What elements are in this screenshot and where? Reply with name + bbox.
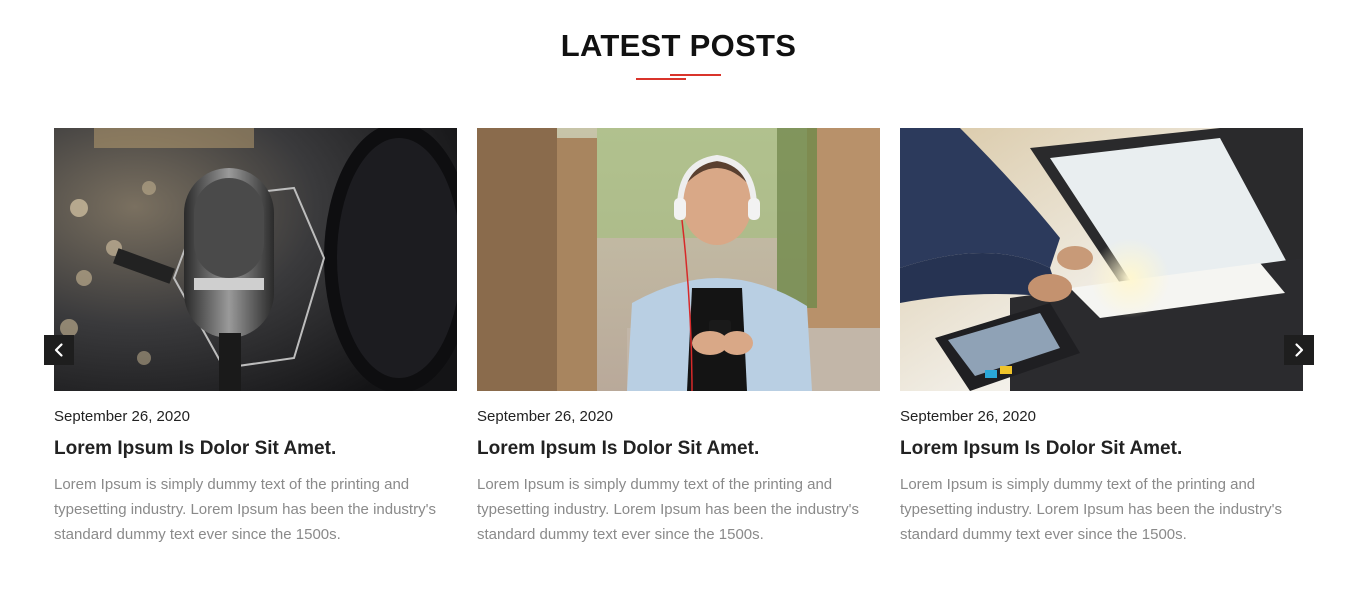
post-thumbnail-photocopier[interactable] [900,128,1303,391]
post-excerpt: Lorem Ipsum is simply dummy text of the … [477,476,859,543]
carousel-next-button[interactable] [1284,335,1314,365]
chevron-right-icon [1295,343,1304,357]
carousel-prev-button[interactable] [44,335,74,365]
post-excerpt: Lorem Ipsum is simply dummy text of the … [54,476,436,543]
post-card[interactable]: September 26, 2020 Lorem Ipsum Is Dolor … [477,128,880,543]
post-date: September 26, 2020 [54,408,190,425]
post-title-link[interactable]: Lorem Ipsum Is Dolor Sit Amet. [900,437,1182,461]
studio-microphone-photo [54,128,457,391]
post-excerpt: Lorem Ipsum is simply dummy text of the … [900,476,1282,543]
post-card[interactable]: September 26, 2020 Lorem Ipsum Is Dolor … [54,128,457,543]
office-photocopier-photo [900,128,1303,391]
post-thumbnail-microphone[interactable] [54,128,457,391]
post-title-link[interactable]: Lorem Ipsum Is Dolor Sit Amet. [54,437,336,461]
man-with-headphones-photo [477,128,880,391]
post-card[interactable]: September 26, 2020 Lorem Ipsum Is Dolor … [900,128,1303,543]
chevron-left-icon [54,343,63,357]
post-thumbnail-headphones[interactable] [477,128,880,391]
latest-posts-carousel: September 26, 2020 Lorem Ipsum Is Dolor … [0,0,1352,597]
post-date: September 26, 2020 [477,408,613,425]
post-date: September 26, 2020 [900,408,1036,425]
post-title-link[interactable]: Lorem Ipsum Is Dolor Sit Amet. [477,437,759,461]
